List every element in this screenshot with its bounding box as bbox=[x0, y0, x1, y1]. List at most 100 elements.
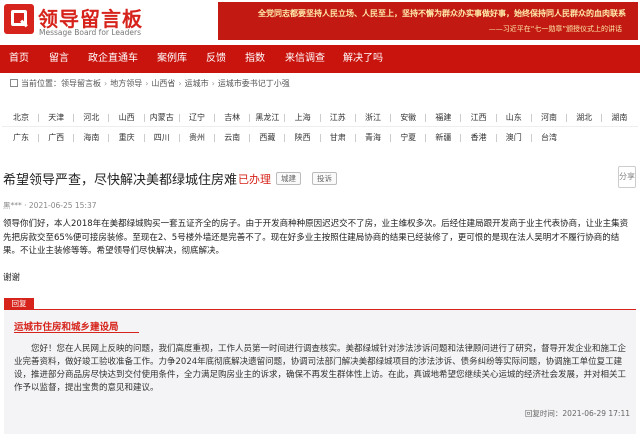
region-separator bbox=[214, 134, 215, 142]
region-link[interactable]: 贵州 bbox=[184, 131, 210, 145]
region-link[interactable]: 河北 bbox=[78, 111, 104, 125]
status-badge: 已办理 bbox=[238, 173, 271, 186]
region-link[interactable]: 台湾 bbox=[536, 131, 562, 145]
nav-item-feedback[interactable]: 反馈 bbox=[198, 45, 234, 73]
nav-item-cases[interactable]: 案例库 bbox=[148, 45, 196, 73]
region-separator bbox=[354, 114, 356, 122]
tag-urban-construction[interactable]: 城建 bbox=[276, 172, 301, 185]
region-link[interactable]: 辽宁 bbox=[184, 111, 210, 125]
chevron-right-icon: › bbox=[104, 79, 108, 88]
region-link[interactable]: 吉林 bbox=[219, 111, 245, 125]
article-meta: 黑*** · 2021-06-25 15:37 bbox=[3, 201, 97, 210]
breadcrumb-item[interactable]: 运城市 bbox=[185, 78, 209, 89]
region-separator bbox=[38, 134, 39, 142]
region-link[interactable]: 浙江 bbox=[360, 111, 386, 125]
region-separator bbox=[319, 114, 321, 122]
logo-subtitle: Message Board for Leaders bbox=[39, 28, 142, 37]
region-link[interactable]: 福建 bbox=[430, 111, 456, 125]
region-link[interactable]: 西藏 bbox=[254, 131, 280, 145]
region-link[interactable]: 四川 bbox=[149, 131, 175, 145]
nav-item-enterprise[interactable]: 政企直通车 bbox=[82, 45, 144, 73]
breadcrumb-item[interactable]: 地方领导 bbox=[110, 78, 142, 89]
chevron-right-icon: › bbox=[211, 79, 215, 88]
nav-item-index[interactable]: 指数 bbox=[238, 45, 272, 73]
region-separator bbox=[601, 114, 603, 122]
region-link[interactable]: 山东 bbox=[501, 111, 527, 125]
article-body: 领导你们好，本人2018年在美都绿城购买一套五证齐全的房子。由于开发商种种原因迟… bbox=[3, 219, 629, 256]
reply-body: 您好！您在人民网上反映的问题，我们高度重视，工作人员第一时间进行调查核实。美都绿… bbox=[14, 344, 627, 393]
region-link[interactable]: 湖北 bbox=[571, 111, 597, 125]
share-button[interactable]: 分享 bbox=[618, 166, 636, 188]
region-separator bbox=[73, 114, 75, 122]
banner-attribution: ——习近平在“七一勋章”颁授仪式上的讲话 bbox=[488, 25, 622, 33]
region-separator bbox=[249, 134, 251, 142]
region-link[interactable]: 宁夏 bbox=[395, 131, 421, 145]
region-separator bbox=[249, 114, 251, 122]
site-header: 领导留言板 Message Board for Leaders 全党同志都要坚持… bbox=[0, 0, 640, 45]
region-link[interactable]: 云南 bbox=[219, 131, 245, 145]
region-link[interactable]: 天津 bbox=[43, 111, 69, 125]
region-separator bbox=[178, 134, 180, 142]
region-separator bbox=[425, 114, 427, 122]
region-link[interactable]: 湖南 bbox=[606, 111, 632, 125]
chevron-right-icon: › bbox=[145, 79, 149, 88]
banner-quote: 全党同志都要坚持人民立场、人民至上，坚持不懈为群众办实事做好事，始终保持同人民群… bbox=[258, 9, 626, 18]
tag-complaint[interactable]: 投诉 bbox=[312, 172, 337, 185]
reply-organization: 运城市住房和城乡建设局 bbox=[14, 322, 119, 333]
home-icon bbox=[10, 79, 18, 87]
region-link[interactable]: 北京 bbox=[8, 111, 34, 125]
region-link[interactable]: 海南 bbox=[78, 131, 104, 145]
region-link[interactable]: 上海 bbox=[290, 111, 316, 125]
region-separator bbox=[143, 134, 145, 142]
main-nav: 首页 留言 政企直通车 案例库 反馈 指数 来信调查 解决了吗 bbox=[0, 45, 640, 73]
region-separator bbox=[73, 134, 75, 142]
region-link[interactable]: 澳门 bbox=[501, 131, 527, 145]
breadcrumb-item[interactable]: 山西省 bbox=[151, 78, 175, 89]
region-separator bbox=[460, 134, 462, 142]
region-separator bbox=[495, 134, 497, 142]
article-title: 希望领导严查，尽快解决美都绿城住房难 bbox=[3, 173, 238, 188]
nav-item-survey[interactable]: 来信调查 bbox=[276, 45, 334, 73]
region-separator bbox=[390, 114, 391, 122]
reply-org-underline bbox=[14, 332, 139, 333]
header-banner: 全党同志都要坚持人民立场、人民至上，坚持不懈为群众办实事做好事，始终保持同人民群… bbox=[218, 2, 638, 40]
breadcrumb-item[interactable]: 运城市委书记丁小强 bbox=[218, 78, 290, 89]
region-link[interactable]: 重庆 bbox=[114, 131, 140, 145]
region-separator bbox=[178, 114, 180, 122]
region-link[interactable]: 新疆 bbox=[430, 131, 456, 145]
region-link[interactable]: 山西 bbox=[114, 111, 140, 125]
nav-item-message[interactable]: 留言 bbox=[40, 45, 78, 73]
region-separator bbox=[108, 114, 110, 122]
region-link[interactable]: 广西 bbox=[43, 131, 69, 145]
region-link[interactable]: 广东 bbox=[8, 131, 34, 145]
region-separator bbox=[143, 114, 145, 122]
region-link[interactable]: 甘肃 bbox=[325, 131, 351, 145]
region-separator bbox=[530, 114, 532, 122]
breadcrumb-item[interactable]: 领导留言板 bbox=[61, 78, 101, 89]
region-link[interactable]: 内蒙古 bbox=[149, 111, 175, 125]
region-separator bbox=[530, 134, 532, 142]
reply-date: 回复时间：2021-06-29 17:11 bbox=[524, 409, 630, 418]
region-link[interactable]: 青海 bbox=[360, 131, 386, 145]
region-separator bbox=[425, 134, 427, 142]
region-link[interactable]: 安徽 bbox=[395, 111, 421, 125]
region-link[interactable]: 河南 bbox=[536, 111, 562, 125]
region-separator bbox=[566, 114, 567, 122]
region-separator bbox=[390, 134, 391, 142]
nav-item-resolved[interactable]: 解决了吗 bbox=[338, 45, 388, 73]
region-link[interactable]: 江苏 bbox=[325, 111, 351, 125]
logo-icon[interactable] bbox=[4, 4, 34, 34]
region-link[interactable]: 香港 bbox=[466, 131, 492, 145]
region-separator bbox=[354, 134, 356, 142]
region-separator bbox=[38, 114, 39, 122]
nav-item-home[interactable]: 首页 bbox=[0, 45, 38, 73]
region-separator bbox=[108, 134, 110, 142]
region-separator bbox=[460, 114, 462, 122]
region-link[interactable]: 江西 bbox=[466, 111, 492, 125]
breadcrumb: 当前位置：领导留言板 › 地方领导 › 山西省 › 运城市 › 运城市委书记丁小强 bbox=[10, 78, 290, 92]
breadcrumb-label: 当前位置： bbox=[21, 79, 61, 88]
region-link[interactable]: 黑龙江 bbox=[254, 111, 280, 125]
region-link[interactable]: 陕西 bbox=[290, 131, 316, 145]
chevron-right-icon: › bbox=[178, 79, 182, 88]
region-grid: 北京 天津 河北 山西 内蒙古 辽宁 吉林 黑龙江 上海 江苏 浙江 安徽 福建 江西 山东 河南 湖北 湖南广东… bbox=[2, 109, 638, 147]
